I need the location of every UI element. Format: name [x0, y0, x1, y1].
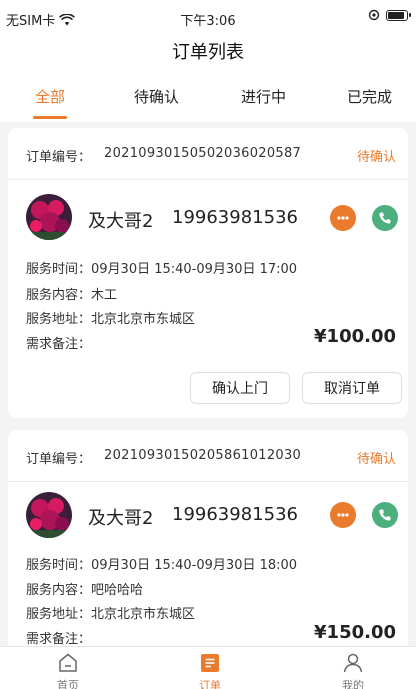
service-time-row: 服务时间：09月30日 15:40-09月30日 18:00: [26, 554, 297, 573]
phone-icon: [379, 509, 391, 521]
order-no-label: 订单编号：: [26, 452, 92, 467]
cancel-order-button[interactable]: 取消订单: [302, 372, 402, 404]
service-time-value: 09月30日 15:40-09月30日 18:00: [91, 558, 298, 573]
avatar: [26, 194, 72, 240]
service-time-value: 09月30日 15:40-09月30日 17:00: [91, 262, 298, 277]
order-icon: [201, 654, 219, 672]
home-icon: [59, 653, 77, 672]
remark-label: 需求备注：: [26, 337, 92, 352]
chat-icon: [337, 216, 349, 220]
remark-row: 需求备注：: [26, 333, 91, 352]
nav-bar: 订单列表: [0, 36, 416, 70]
tab-all[interactable]: 全部: [35, 86, 65, 107]
status-badge: 待确认: [356, 452, 396, 467]
tabbar-orders[interactable]: 订单: [180, 651, 240, 689]
order-number: 20210930150502036020587: [104, 146, 302, 161]
order-price: ¥100.00: [314, 326, 396, 347]
avatar: [26, 492, 72, 538]
service-time-label: 服务时间：: [26, 558, 92, 573]
chat-button[interactable]: [330, 502, 356, 528]
order-header: 订单编号： 20210930150502036020587 待确认: [8, 128, 408, 180]
service-address-row: 服务地址：北京北京市东城区: [26, 308, 195, 327]
order-number: 20210930150205861012030: [104, 448, 302, 463]
service-content-value: 木工: [91, 288, 118, 303]
tabbar-profile[interactable]: 我的: [323, 651, 383, 689]
tab-indicator: [33, 116, 67, 119]
order-no-label: 订单编号：: [26, 150, 92, 165]
service-address-label: 服务地址：: [26, 312, 92, 327]
user-icon: [343, 653, 363, 673]
customer-name: 及大哥2: [88, 508, 154, 529]
service-content-value: 吧哈哈哈: [91, 583, 144, 598]
phone-icon: [379, 212, 391, 224]
tab-pending[interactable]: 待确认: [134, 86, 179, 107]
tab-in-progress[interactable]: 进行中: [241, 86, 286, 107]
tabbar-home[interactable]: 首页: [38, 651, 98, 689]
service-content-label: 服务内容：: [26, 288, 92, 303]
remark-row: 需求备注：: [26, 628, 91, 646]
service-time-label: 服务时间：: [26, 262, 92, 277]
chat-button[interactable]: [330, 205, 356, 231]
service-address-label: 服务地址：: [26, 607, 92, 622]
battery-icon: [386, 9, 411, 21]
status-bar: 无SIM卡 下午3:06: [0, 0, 416, 36]
call-button[interactable]: [372, 205, 398, 231]
service-address-row: 服务地址：北京北京市东城区: [26, 603, 195, 622]
tab-completed[interactable]: 已完成: [347, 86, 392, 107]
service-time-row: 服务时间：09月30日 15:40-09月30日 17:00: [26, 258, 297, 277]
customer-phone: 19963981536: [172, 504, 298, 525]
customer-phone: 19963981536: [172, 207, 298, 228]
service-address-value: 北京北京市东城区: [91, 607, 196, 622]
service-content-row: 服务内容：吧哈哈哈: [26, 579, 143, 598]
orientation-lock-icon: [368, 9, 380, 21]
order-card: 订单编号： 20210930150502036020587 待确认 及大哥2 1…: [8, 128, 408, 418]
order-header: 订单编号： 20210930150205861012030 待确认: [8, 430, 408, 482]
service-content-label: 服务内容：: [26, 583, 92, 598]
tabbar-home-label: 首页: [57, 679, 79, 689]
call-button[interactable]: [372, 502, 398, 528]
order-price: ¥150.00: [314, 622, 396, 643]
bottom-tabbar: 首页 订单 我的: [0, 646, 416, 689]
service-content-row: 服务内容：木工: [26, 284, 117, 303]
chat-icon: [337, 513, 349, 517]
remark-label: 需求备注：: [26, 632, 92, 646]
order-tabs: 全部 待确认 进行中 已完成: [0, 70, 416, 122]
service-address-value: 北京北京市东城区: [91, 312, 196, 327]
tabbar-orders-label: 订单: [199, 679, 221, 689]
status-time: 下午3:06: [180, 14, 236, 29]
status-badge: 待确认: [356, 150, 396, 165]
status-right: [368, 9, 411, 21]
order-list[interactable]: 订单编号： 20210930150502036020587 待确认 及大哥2 1…: [0, 128, 416, 646]
customer-name: 及大哥2: [88, 211, 154, 232]
page-title: 订单列表: [172, 42, 244, 63]
order-card: 订单编号： 20210930150205861012030 待确认 及大哥2 1…: [8, 430, 408, 646]
confirm-visit-button[interactable]: 确认上门: [190, 372, 290, 404]
tabbar-profile-label: 我的: [342, 679, 364, 689]
